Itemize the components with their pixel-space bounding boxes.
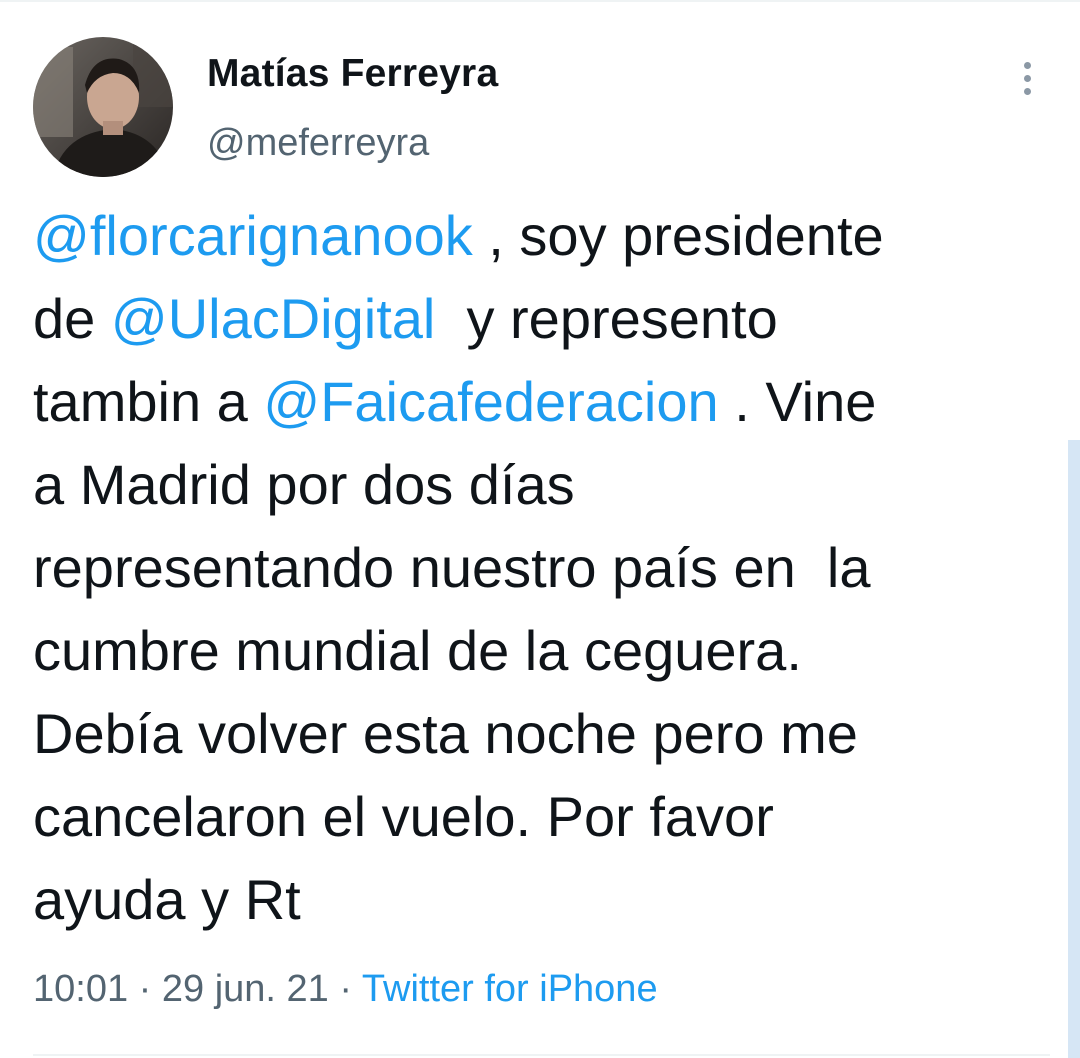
more-vertical-icon bbox=[1023, 74, 1031, 82]
more-vertical-icon bbox=[1023, 87, 1031, 95]
more-vertical-icon bbox=[1023, 61, 1031, 69]
top-divider bbox=[0, 0, 1080, 2]
mention-link[interactable]: @UlacDigital bbox=[111, 287, 436, 350]
tweet-text-segment: . Vine bbox=[718, 370, 877, 433]
tweet-date: 29 jun. 21 bbox=[161, 968, 329, 1010]
tweet-text-segment: , soy presidente bbox=[472, 204, 884, 267]
tweet-text-segment: ayuda y Rt bbox=[33, 868, 301, 931]
tweet-text-segment: de bbox=[33, 287, 111, 350]
author-avatar[interactable] bbox=[33, 37, 173, 177]
tweet-line: a Madrid por dos días bbox=[33, 443, 1053, 526]
tweet-meta: 10:01 · 29 jun. 21 · Twitter for iPhone bbox=[33, 968, 658, 1011]
bottom-divider bbox=[33, 1054, 1050, 1056]
tweet-line: representando nuestro país en la bbox=[33, 526, 1053, 609]
tweet-text-segment: cumbre mundial de la ceguera. bbox=[33, 619, 802, 682]
tweet-line: ayuda y Rt bbox=[33, 858, 1053, 941]
tweet-text-segment: y represento bbox=[435, 287, 778, 350]
tweet-text-segment: Debía volver esta noche pero me bbox=[33, 702, 858, 765]
tweet-line: @florcarignanook , soy presidente bbox=[33, 194, 1053, 277]
tweet-line: Debía volver esta noche pero me bbox=[33, 692, 1053, 775]
tweet-text-segment: tambin a bbox=[33, 370, 264, 433]
meta-separator: · bbox=[328, 968, 362, 1010]
mention-link[interactable]: @Faicafederacion bbox=[263, 370, 718, 433]
tweet-text-segment: cancelaron el vuelo. Por favor bbox=[33, 785, 774, 848]
meta-separator: · bbox=[128, 968, 162, 1010]
tweet-line: cumbre mundial de la ceguera. bbox=[33, 609, 1053, 692]
tweet-source-link[interactable]: Twitter for iPhone bbox=[362, 968, 658, 1010]
author-handle[interactable]: @meferreyra bbox=[207, 122, 429, 165]
author-name[interactable]: Matías Ferreyra bbox=[207, 52, 498, 96]
tweet-line: tambin a @Faicafederacion . Vine bbox=[33, 360, 1053, 443]
scrollbar[interactable] bbox=[1068, 440, 1080, 1058]
tweet-text-segment: a Madrid por dos días bbox=[33, 453, 575, 516]
mention-link[interactable]: @florcarignanook bbox=[33, 204, 473, 267]
tweet-text: @florcarignanook , soy presidente de @Ula… bbox=[33, 194, 1053, 941]
tweet-line: de @UlacDigital y represento bbox=[33, 277, 1053, 360]
user-photo-icon bbox=[33, 37, 173, 177]
tweet-line: cancelaron el vuelo. Por favor bbox=[33, 775, 1053, 858]
more-options-button[interactable] bbox=[1006, 56, 1048, 100]
tweet-text-segment: representando nuestro país en la bbox=[33, 536, 871, 599]
tweet-time: 10:01 bbox=[33, 968, 129, 1010]
